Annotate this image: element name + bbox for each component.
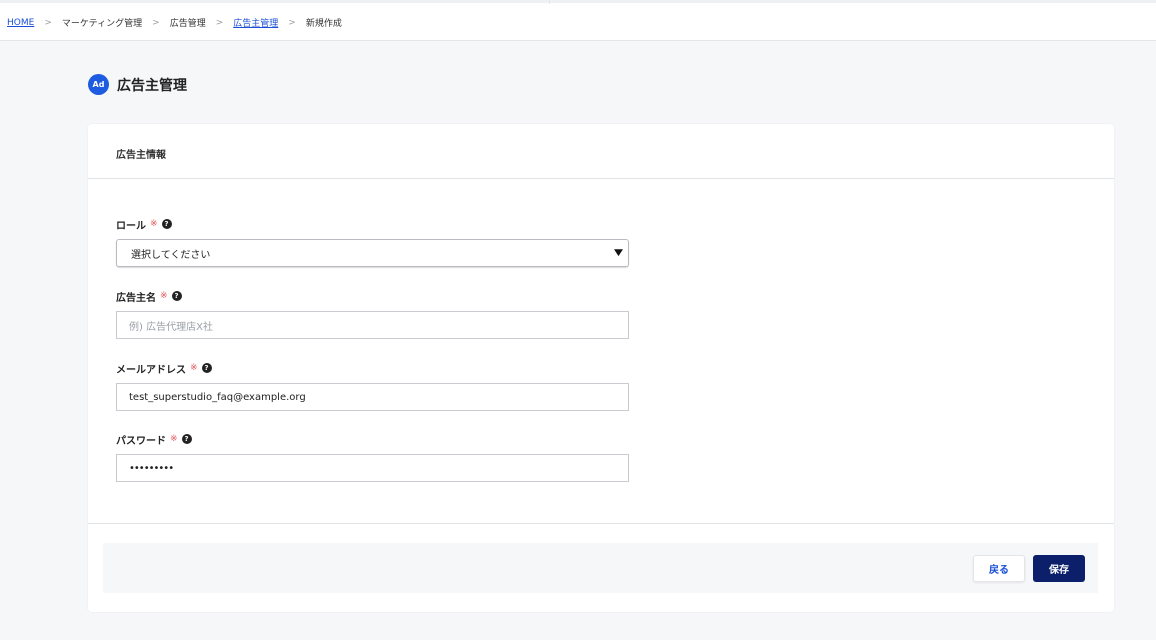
advertiser-name-field: 広告主名 ※ ? 例) 広告代理店X社 bbox=[116, 289, 629, 339]
role-select[interactable]: 選択してください ▼ bbox=[116, 239, 629, 267]
email-label: メールアドレス bbox=[116, 364, 186, 376]
footer-divider bbox=[88, 523, 1114, 524]
breadcrumb: HOME > マーケティング管理 > 広告管理 > 広告主管理 > 新規作成 bbox=[7, 16, 342, 30]
email-field: メールアドレス ※ ? test_superstudio_faq@example… bbox=[116, 361, 629, 411]
card-title: 広告主情報 bbox=[116, 150, 166, 161]
email-label-row: メールアドレス ※ ? bbox=[116, 361, 629, 376]
breadcrumb-ad-management: 広告管理 bbox=[169, 19, 206, 29]
help-icon[interactable]: ? bbox=[181, 434, 192, 444]
required-mark: ※ bbox=[190, 363, 198, 373]
password-input[interactable]: ••••••••• bbox=[116, 454, 629, 482]
breadcrumb-separator: > bbox=[215, 17, 224, 28]
advertiser-name-input[interactable]: 例) 広告代理店X社 bbox=[116, 311, 629, 339]
breadcrumb-separator: > bbox=[152, 17, 160, 28]
ad-icon: Ad bbox=[88, 74, 109, 95]
required-mark: ※ bbox=[160, 291, 168, 301]
required-mark: ※ bbox=[150, 219, 158, 229]
help-icon[interactable]: ? bbox=[171, 291, 182, 301]
breadcrumb-marketing: マーケティング管理 bbox=[61, 19, 143, 29]
advertiser-name-label: 広告主名 bbox=[116, 292, 156, 304]
role-label: ロール bbox=[116, 220, 146, 232]
email-input[interactable]: test_superstudio_faq@example.org bbox=[116, 383, 629, 411]
advertiser-name-label-row: 広告主名 ※ ? bbox=[116, 289, 629, 304]
chevron-down-icon: ▼ bbox=[614, 248, 624, 258]
advertiser-form-card: 広告主情報 ロール ※ ? 選択してください ▼ 広告主名 ※ ? 例) 広告代… bbox=[88, 124, 1114, 612]
save-button[interactable]: 保存 bbox=[1033, 555, 1085, 582]
top-divider bbox=[549, 0, 550, 4]
help-icon[interactable]: ? bbox=[201, 363, 212, 373]
top-line bbox=[0, 0, 1156, 3]
breadcrumb-home[interactable]: HOME bbox=[7, 18, 34, 28]
card-header: 広告主情報 bbox=[88, 124, 1114, 179]
page-title: 広告主管理 bbox=[117, 77, 187, 94]
page-header: Ad 広告主管理 bbox=[88, 74, 187, 95]
password-label-row: パスワード ※ ? bbox=[116, 432, 629, 447]
breadcrumb-new: 新規作成 bbox=[305, 19, 342, 29]
required-mark: ※ bbox=[170, 434, 178, 444]
password-field: パスワード ※ ? ••••••••• bbox=[116, 432, 629, 482]
help-icon[interactable]: ? bbox=[161, 219, 172, 229]
breadcrumb-separator: > bbox=[44, 17, 52, 28]
role-field: ロール ※ ? 選択してください ▼ bbox=[116, 217, 629, 267]
breadcrumb-advertiser-management[interactable]: 広告主管理 bbox=[233, 16, 278, 29]
breadcrumb-separator: > bbox=[288, 17, 296, 28]
form-actions: 戻る 保存 bbox=[103, 543, 1098, 593]
back-button[interactable]: 戻る bbox=[973, 555, 1025, 582]
role-label-row: ロール ※ ? bbox=[116, 217, 629, 232]
role-select-value: 選択してください bbox=[131, 249, 211, 261]
password-label: パスワード bbox=[116, 435, 166, 447]
